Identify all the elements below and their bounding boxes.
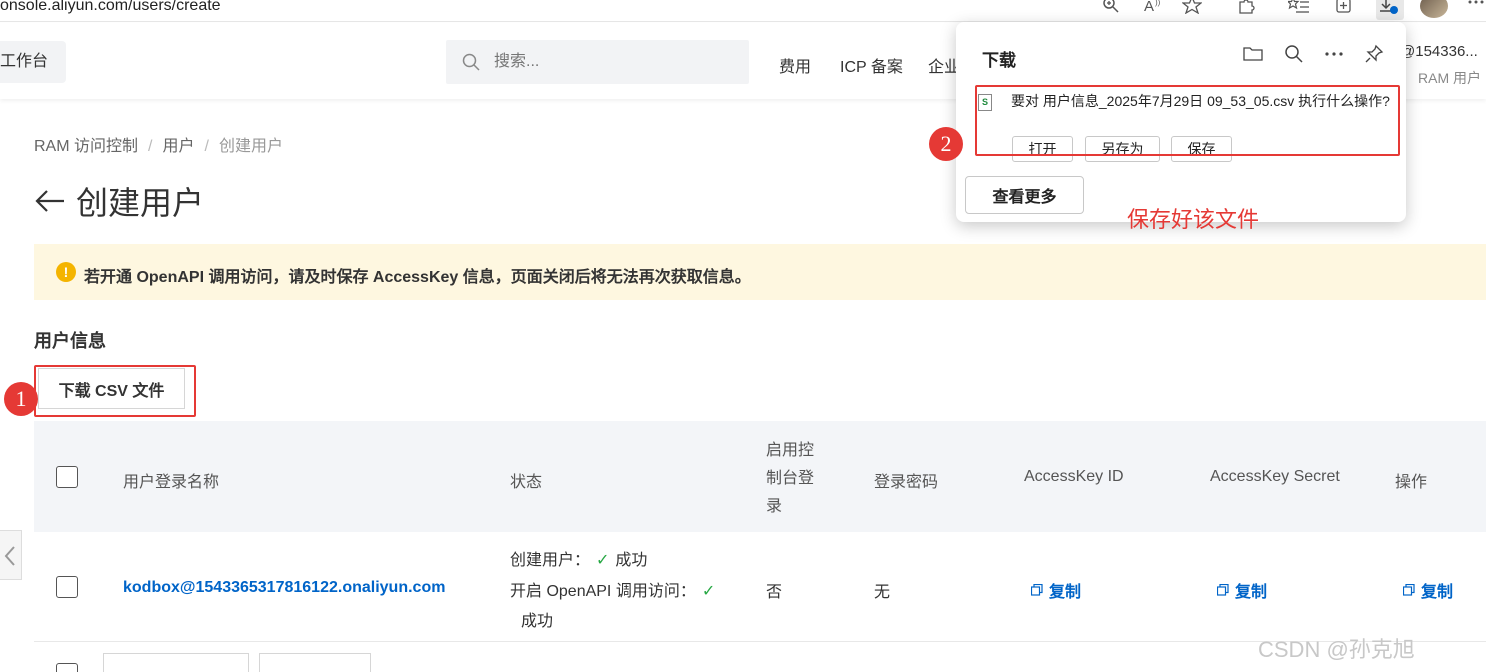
search-icon xyxy=(462,53,480,71)
svg-text:)): )) xyxy=(1155,0,1161,7)
watermark: CSDN @孙克旭 xyxy=(1258,637,1415,662)
breadcrumb-ram[interactable]: RAM 访问控制 xyxy=(34,138,138,155)
warning-icon: ! xyxy=(56,262,76,282)
favorite-icon[interactable] xyxy=(1181,0,1203,19)
status-create-label: 创建用户： xyxy=(510,552,591,569)
see-more-button[interactable]: 查看更多 xyxy=(965,176,1084,214)
breadcrumb: RAM 访问控制 / 用户 / 创建用户 xyxy=(34,132,283,156)
select-all-checkbox[interactable] xyxy=(56,466,78,488)
check-icon: ✓ xyxy=(596,552,610,569)
download-panel-title: 下载 xyxy=(982,51,1016,70)
collections-icon[interactable] xyxy=(1334,0,1354,19)
profile-avatar[interactable] xyxy=(1420,0,1448,18)
status-openapi-result: 成功 xyxy=(521,613,554,630)
table-row: kodbox@1543365317816122.onaliyun.com 创建用… xyxy=(34,532,1486,642)
copy-icon xyxy=(1403,584,1415,596)
folder-icon[interactable] xyxy=(1243,44,1263,67)
console-login-value: 否 xyxy=(766,584,783,601)
header-console-login-line: 制台登 xyxy=(766,470,815,487)
extensions-icon[interactable] xyxy=(1236,0,1256,19)
more-icon[interactable] xyxy=(1324,44,1344,69)
chevron-left-icon xyxy=(4,546,15,566)
copy-icon xyxy=(1217,584,1229,596)
status-openapi: 开启 OpenAPI 调用访问： ✓ xyxy=(510,577,721,601)
nav-link-icp[interactable]: ICP 备案 xyxy=(840,53,903,77)
row-checkbox[interactable] xyxy=(56,576,78,598)
pin-icon[interactable] xyxy=(1364,44,1384,69)
search-input[interactable] xyxy=(494,50,734,74)
breadcrumb-separator: / xyxy=(204,138,209,155)
search-box[interactable] xyxy=(446,40,749,84)
page-title: 创建用户 xyxy=(76,185,205,221)
account-role: RAM 用户 xyxy=(1418,70,1481,86)
account-name[interactable]: @154336... xyxy=(1400,43,1478,60)
header-console-login: 启用控 制台登 录 xyxy=(766,437,814,521)
copy-icon xyxy=(1031,584,1043,596)
page-title-row: 创建用户 xyxy=(34,178,204,224)
warning-text: 若开通 OpenAPI 调用访问，请及时保存 AccessKey 信息，页面关闭… xyxy=(84,269,751,286)
annotation-text: 保存好该文件 xyxy=(1127,207,1260,232)
step-badge-1: 1 xyxy=(4,382,38,416)
breadcrumb-separator: / xyxy=(148,138,153,155)
user-login-name-link[interactable]: kodbox@1543365317816122.onaliyun.com xyxy=(123,579,445,597)
header-login-name: 用户登录名称 xyxy=(123,474,220,491)
footer-checkbox[interactable] xyxy=(56,663,78,672)
status-create-result: 成功 xyxy=(615,552,648,569)
workbench-button[interactable]: 工作台 xyxy=(0,41,66,83)
password-value: 无 xyxy=(874,584,891,601)
copy-accesskey-secret-button[interactable]: 复制 xyxy=(1217,578,1267,602)
svg-text:A: A xyxy=(1144,0,1154,14)
collapse-sidebar-handle[interactable] xyxy=(0,530,22,580)
header-accesskey-secret: AccessKey Secret xyxy=(1210,468,1340,485)
check-icon: ✓ xyxy=(701,583,716,600)
status-openapi-label: 开启 OpenAPI 调用访问： xyxy=(510,583,696,600)
zoom-icon[interactable] xyxy=(1102,0,1120,19)
browser-toolbar: onsole.aliyun.com/users/create A)) xyxy=(0,0,1486,22)
copy-action-button[interactable]: 复制 xyxy=(1403,578,1453,602)
header-status: 状态 xyxy=(510,474,543,491)
copy-label: 复制 xyxy=(1235,584,1268,601)
read-aloud-icon[interactable]: A)) xyxy=(1144,0,1164,19)
header-password: 登录密码 xyxy=(874,474,939,491)
header-console-login-line: 录 xyxy=(766,498,783,515)
search-icon[interactable] xyxy=(1284,44,1304,69)
back-arrow-icon[interactable] xyxy=(34,187,66,215)
header-actions: 操作 xyxy=(1395,474,1428,491)
more-icon[interactable] xyxy=(1468,0,1484,19)
header-accesskey-id: AccessKey ID xyxy=(1024,468,1124,485)
breadcrumb-current: 创建用户 xyxy=(218,138,283,155)
address-bar[interactable]: onsole.aliyun.com/users/create xyxy=(0,0,221,15)
section-title: 用户信息 xyxy=(34,331,106,351)
footer-button-1[interactable] xyxy=(103,653,249,672)
table-header: 用户登录名称 状态 启用控 制台登 录 登录密码 AccessKey ID Ac… xyxy=(34,421,1486,532)
status-create: 创建用户： ✓ 成功 xyxy=(510,546,647,570)
nav-link-billing[interactable]: 费用 xyxy=(779,53,811,77)
warning-banner: ! 若开通 OpenAPI 调用访问，请及时保存 AccessKey 信息，页面… xyxy=(34,244,1486,300)
breadcrumb-users[interactable]: 用户 xyxy=(162,138,194,155)
footer-button-2[interactable] xyxy=(259,653,371,672)
annotation-box-1 xyxy=(34,365,196,417)
copy-label: 复制 xyxy=(1049,584,1082,601)
downloads-icon[interactable] xyxy=(1376,0,1404,20)
step-badge-2: 2 xyxy=(929,127,963,161)
copy-accesskey-id-button[interactable]: 复制 xyxy=(1031,578,1081,602)
copy-label: 复制 xyxy=(1421,584,1454,601)
annotation-box-2 xyxy=(975,85,1400,156)
header-console-login-line: 启用控 xyxy=(766,442,815,459)
favorites-list-icon[interactable] xyxy=(1286,0,1310,19)
